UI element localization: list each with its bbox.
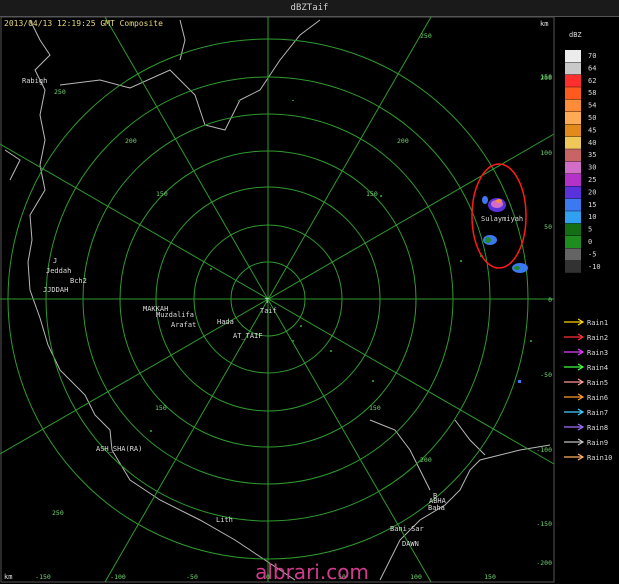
legend-swatch-16 [565, 248, 581, 261]
gauge-label-1: Rain1 [587, 319, 608, 327]
place-rabigh: Rabigh [22, 77, 47, 85]
scale-right-minus150: -150 [536, 520, 552, 528]
radar-echoes [150, 100, 532, 432]
scale-right-minus200: -200 [536, 559, 552, 567]
legend-level-0: 70 [588, 52, 596, 60]
watermark: albrari.com [255, 560, 369, 584]
rain-gauge-legend: Rain1 Rain2 Rain3 Rain4 Rain5 Rain6 Rain7 Rain8… [564, 318, 612, 462]
radial-lines [0, 16, 555, 583]
ring-label-150-sw: 150 [155, 404, 167, 412]
legend-swatch-2 [565, 74, 581, 87]
legend-swatch-0 [565, 50, 581, 62]
legend-swatch-8 [565, 149, 581, 162]
legend-level-7: 40 [588, 139, 596, 147]
legend-level-8: 35 [588, 151, 596, 159]
place-arafat: Arafat [171, 321, 196, 329]
legend-level-13: 10 [588, 213, 596, 221]
ring-label-250-sw: 250 [52, 509, 64, 517]
ring-label-200: 200 [397, 137, 409, 145]
unit-label-bottom: km [4, 573, 12, 581]
timestamp-label: 2013/04/13 12:19:25 GMT Composite [4, 19, 163, 28]
ring-label-150: 150 [366, 190, 378, 198]
legend-level-16: -5 [588, 250, 596, 258]
scale-right-0: 0 [548, 296, 552, 304]
gauge-label-8: Rain8 [587, 424, 608, 432]
legend-level-6: 45 [588, 126, 596, 134]
legend-level-5: 50 [588, 114, 596, 122]
place-jjddah: JJDDAH [43, 286, 68, 294]
place-bch2: Bch2 [70, 277, 87, 285]
place-jeddah: Jeddah [46, 267, 71, 275]
legend-level-4: 54 [588, 102, 596, 110]
legend-swatch-10 [565, 174, 581, 186]
gauge-label-4: Rain4 [587, 364, 608, 372]
legend-swatch-11 [565, 186, 581, 199]
scale-right-50: 50 [544, 223, 552, 231]
place-lith: Lith [216, 516, 233, 524]
legend-swatch-3 [565, 87, 581, 100]
ring-label-200-se: 200 [420, 456, 432, 464]
ring-label-200-nw: 200 [125, 137, 137, 145]
coastline [4, 19, 551, 581]
legend-swatch-6 [565, 124, 581, 137]
legend-title: dBZ [569, 31, 582, 39]
legend-swatch-17 [565, 260, 581, 273]
gauge-label-10: Rain10 [587, 454, 612, 462]
legend-level-15: 0 [588, 238, 592, 246]
place-hada: Hada [217, 318, 234, 326]
unit-label-right: km [540, 20, 548, 28]
place-sulaymiyah: Sulaymiyah [481, 215, 523, 223]
place-labels: T Taif Rabigh J Jeddah Bch2 JJDDAH MAKKA… [22, 77, 523, 548]
place-muzdalifa: Muzdalifa [156, 311, 194, 319]
legend-swatch-4 [565, 99, 581, 112]
gauge-label-6: Rain6 [587, 394, 608, 402]
legend-swatch-12 [565, 198, 581, 211]
place-bani-sar: Bani-Sar [390, 525, 424, 533]
scale-right-minus100: -100 [536, 446, 552, 454]
dbz-legend: dBZ 706462585450454035302520151050-5-10 [565, 31, 601, 273]
gauge-label-5: Rain5 [587, 379, 608, 387]
legend-swatch-1 [565, 62, 581, 75]
legend-level-9: 30 [588, 164, 596, 172]
place-baha: Baha [428, 504, 445, 512]
radar-display[interactable]: 250 200 150 250 200 150 150 150 200 250 [0, 0, 619, 584]
scale-bottom-minus150: -150 [35, 573, 51, 581]
scale-bottom-minus100: -100 [110, 573, 126, 581]
scale-right: 200 150 100 50 0 -50 -100 -150 -200 [536, 73, 552, 567]
scale-right-150: 150 [540, 73, 552, 81]
legend-swatch-5 [565, 112, 581, 124]
legend-swatch-7 [565, 136, 581, 149]
legend-level-17: -10 [588, 263, 601, 271]
legend-level-2: 62 [588, 77, 596, 85]
legend-swatch-9 [565, 161, 581, 174]
gauge-label-2: Rain2 [587, 334, 608, 342]
legend-swatch-15 [565, 236, 581, 248]
legend-level-11: 20 [588, 188, 596, 196]
scale-right-minus50: -50 [540, 371, 552, 379]
legend-swatch-14 [565, 223, 581, 236]
place-at-taif: AT_TAIF [233, 332, 263, 340]
ring-label-250-nw: 250 [54, 88, 66, 96]
scale-bottom-150: 150 [484, 573, 496, 581]
gauge-label-7: Rain7 [587, 409, 608, 417]
scale-bottom-minus50: -50 [186, 573, 198, 581]
legend-level-12: 15 [588, 201, 596, 209]
legend-swatch-13 [565, 211, 581, 224]
legend-level-10: 25 [588, 176, 596, 184]
scale-right-100: 100 [540, 149, 552, 157]
place-dawn: DAWN [402, 540, 419, 548]
gauge-label-3: Rain3 [587, 349, 608, 357]
place-ash-sharaim: ASH_SHA(RA) [96, 445, 142, 453]
legend-level-1: 64 [588, 64, 596, 72]
gauge-label-9: Rain9 [587, 439, 608, 447]
ring-label-150-nw: 150 [156, 190, 168, 198]
ring-label-250: 250 [420, 32, 432, 40]
legend-level-3: 58 [588, 89, 596, 97]
place-taif: Taif [260, 307, 277, 315]
jeddah-marker: J [53, 257, 57, 265]
ring-label-150-se: 150 [369, 404, 381, 412]
legend-level-14: 5 [588, 226, 592, 234]
